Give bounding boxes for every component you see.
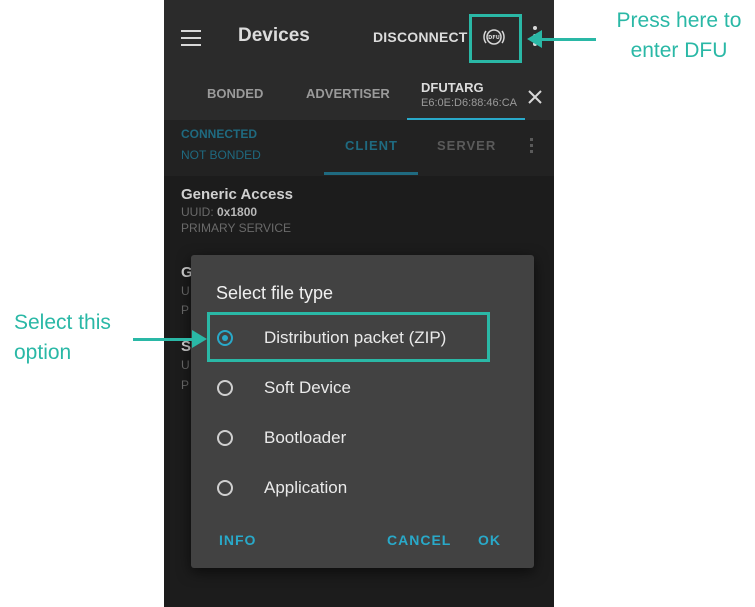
disconnect-button[interactable]: DISCONNECT <box>373 29 468 45</box>
device-tabs: BONDED ADVERTISER DFUTARG E6:0E:D6:88:46… <box>164 80 554 120</box>
callout-line: Select this <box>14 311 111 334</box>
dfu-callout-text: Press here to enter DFU <box>604 6 754 66</box>
option-label: Application <box>264 478 348 497</box>
dialog-title: Select file type <box>216 283 334 303</box>
tab-advertiser[interactable]: ADVERTISER <box>306 86 390 101</box>
select-file-type-dialog: Select file type Distribution packet (ZI… <box>191 255 534 568</box>
option-highlight-box <box>207 312 490 362</box>
connection-subbar: CONNECTED NOT BONDED CLIENT SERVER <box>164 120 554 176</box>
tab-dfutarg-address: E6:0E:D6:88:46:CA <box>421 97 518 109</box>
ok-button[interactable]: OK <box>478 532 501 548</box>
client-tab-indicator <box>324 172 418 175</box>
option-callout-text: Select this option <box>14 308 111 368</box>
service-uuid-partial: U <box>181 284 190 298</box>
radio-unselected-icon[interactable] <box>217 430 233 446</box>
dfu-highlight-box <box>469 14 522 63</box>
tab-client[interactable]: CLIENT <box>345 138 398 153</box>
service-type-partial: P <box>181 378 190 392</box>
subbar-overflow-icon[interactable] <box>530 138 534 158</box>
service-uuid: UUID: 0x1800 <box>181 205 258 219</box>
option-bootloader[interactable]: Bootloader <box>217 425 517 455</box>
tab-dfutarg[interactable]: DFUTARG E6:0E:D6:88:46:CA <box>411 80 531 118</box>
callout-line: Press here to <box>616 9 742 32</box>
service-type-partial: P <box>181 303 190 317</box>
dfu-arrow-head-icon <box>527 30 542 48</box>
tab-bonded[interactable]: BONDED <box>207 86 263 101</box>
callout-line: enter DFU <box>630 39 728 62</box>
hamburger-menu-icon[interactable] <box>181 30 201 46</box>
service-uuid-partial: U <box>181 358 190 372</box>
option-callout-arrow <box>133 338 195 341</box>
callout-line: option <box>14 341 72 364</box>
option-arrow-head-icon <box>192 330 207 348</box>
info-button[interactable]: INFO <box>219 532 256 548</box>
tab-dfutarg-name: DFUTARG <box>421 80 484 95</box>
connection-status: CONNECTED <box>181 127 258 141</box>
service-item[interactable]: Generic Access UUID: 0x1800 PRIMARY SERV… <box>181 186 293 235</box>
close-icon[interactable] <box>526 88 544 106</box>
option-label: Bootloader <box>264 428 347 447</box>
service-name: Generic Access <box>181 186 294 203</box>
app-title: Devices <box>238 25 310 46</box>
option-label: Soft Device <box>264 378 351 397</box>
tab-server[interactable]: SERVER <box>437 138 496 153</box>
dfu-callout-arrow <box>540 38 596 41</box>
option-application[interactable]: Application <box>217 475 517 505</box>
radio-unselected-icon[interactable] <box>217 380 233 396</box>
cancel-button[interactable]: CANCEL <box>387 532 451 548</box>
option-soft-device[interactable]: Soft Device <box>217 375 517 405</box>
service-type: PRIMARY SERVICE <box>181 221 292 235</box>
bond-status: NOT BONDED <box>181 148 261 162</box>
radio-unselected-icon[interactable] <box>217 480 233 496</box>
